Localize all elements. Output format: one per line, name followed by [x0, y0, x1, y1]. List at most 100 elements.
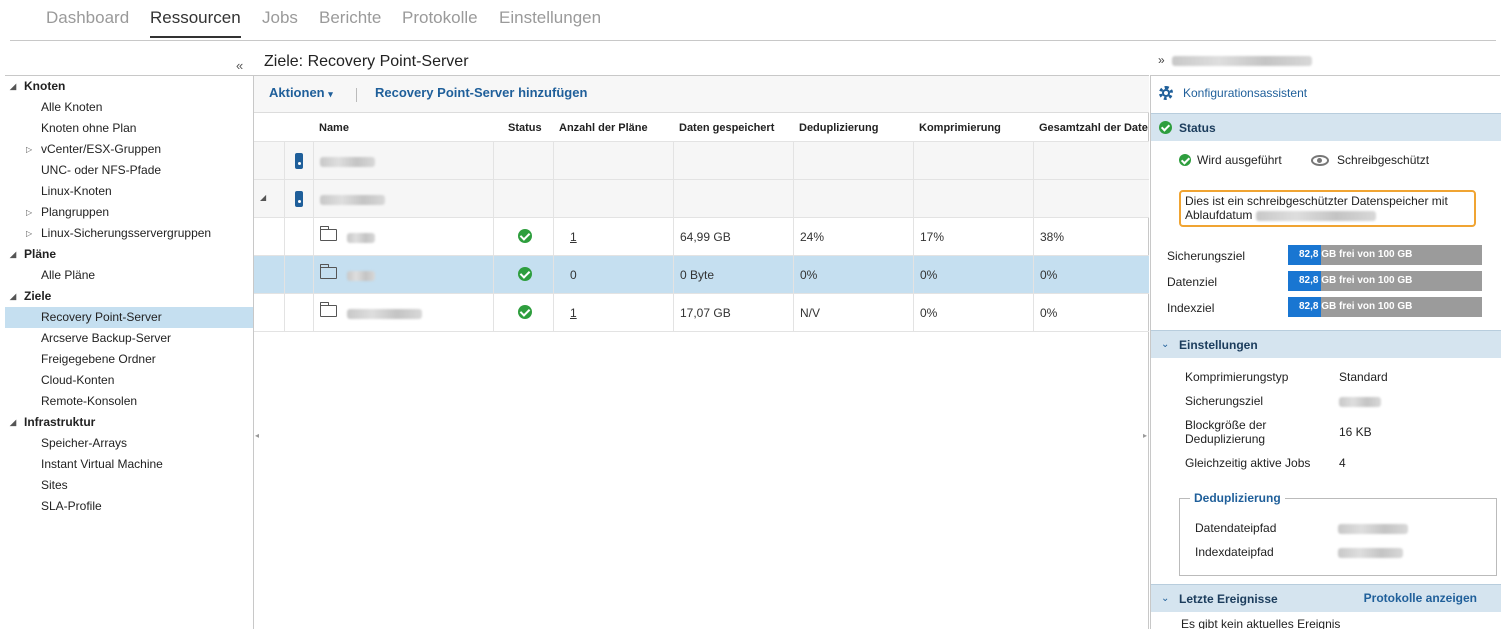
chevron-down-icon: ⌄ [1161, 339, 1170, 350]
total-value: 0% [1040, 268, 1058, 282]
tree-group-plaene[interactable]: ◢ Pläne [5, 244, 253, 265]
tree-group-ziele[interactable]: ◢ Ziele [5, 286, 253, 307]
add-rps-button[interactable]: Recovery Point-Server hinzufügen [375, 85, 587, 100]
tree-item-alle-plaene[interactable]: Alle Pläne [5, 265, 253, 286]
tree-item-freigegebene-ordner[interactable]: Freigegebene Ordner [5, 349, 253, 370]
row-name-redacted[interactable] [347, 306, 422, 320]
tree-item-instant-virtual-machine[interactable]: Instant Virtual Machine [5, 454, 253, 475]
compression-value: 17% [920, 230, 945, 244]
tree-item-arcserve-backup-server[interactable]: Arcserve Backup-Server [5, 328, 253, 349]
row-name-redacted[interactable] [347, 268, 375, 282]
tab-ressourcen[interactable]: Ressourcen [150, 8, 241, 38]
table-row[interactable]: 1 64,99 GB 24% 17% 38% [254, 218, 1149, 256]
stored-value: 17,07 GB [680, 306, 731, 320]
tree-item-linux-sicherungsservergruppen[interactable]: ▷ Linux-Sicherungsservergruppen [5, 223, 253, 244]
datastore-folder-icon [319, 264, 337, 279]
server-icon [295, 153, 303, 169]
setting-value-redacted [1339, 394, 1381, 408]
setting-label: Sicherungsziel [1185, 394, 1264, 408]
check-circle-icon [1179, 154, 1191, 166]
grid-toolbar: Aktionen ▾ Recovery Point-Server hinzufü… [254, 76, 1149, 113]
stored-value: 64,99 GB [680, 230, 731, 244]
right-splitter-handle[interactable]: ▸ [1143, 431, 1147, 440]
column-divider [793, 142, 794, 332]
tab-berichte[interactable]: Berichte [319, 8, 381, 36]
compression-value: 0% [920, 306, 938, 320]
configuration-wizard-link[interactable]: Konfigurationsassistent [1159, 86, 1307, 100]
plan-count: 0 [570, 268, 577, 282]
column-divider [284, 142, 285, 332]
eye-icon [1311, 155, 1329, 166]
dedup-value: 0% [800, 268, 818, 282]
tree-item-knoten-ohne-plan[interactable]: Knoten ohne Plan [5, 118, 253, 139]
column-header-compression[interactable]: Komprimierung [919, 122, 1001, 134]
expand-arrow-icon[interactable]: ▷ [26, 139, 32, 160]
tree-item-sites[interactable]: Sites [5, 475, 253, 496]
expand-arrow-icon[interactable]: ▷ [26, 223, 32, 244]
tab-protokolle[interactable]: Protokolle [402, 8, 478, 36]
column-header-status[interactable]: Status [508, 122, 542, 134]
plan-count-link[interactable]: 1 [570, 306, 577, 320]
column-header-stored[interactable]: Daten gespeichert [679, 122, 774, 134]
tree-item-unc-nfs-pfade[interactable]: UNC- oder NFS-Pfade [5, 160, 253, 181]
bar-label: Datenziel [1167, 275, 1218, 289]
table-row[interactable]: 0 0 Byte 0% 0% 0% [254, 256, 1149, 294]
tree-item-speicher-arrays[interactable]: Speicher-Arrays [5, 433, 253, 454]
tab-jobs[interactable]: Jobs [262, 8, 298, 36]
status-ok-icon [518, 229, 532, 243]
table-row[interactable]: ◢ [254, 180, 1149, 218]
tree-item-remote-konsolen[interactable]: Remote-Konsolen [5, 391, 253, 412]
tree-group-knoten[interactable]: ◢ Knoten [5, 76, 253, 97]
datastore-folder-icon [319, 302, 337, 317]
tree-item-cloud-konten[interactable]: Cloud-Konten [5, 370, 253, 391]
expand-arrow-icon[interactable]: ▷ [26, 202, 32, 223]
table-row[interactable]: 1 17,07 GB N/V 0% 0% [254, 294, 1149, 332]
show-logs-link[interactable]: Protokolle anzeigen [1364, 591, 1477, 605]
grid-header: Name Status Anzahl der Pläne Daten gespe… [254, 116, 1149, 142]
row-name-redacted[interactable] [347, 230, 375, 244]
tree-item-vcenter-esx-gruppen[interactable]: ▷ vCenter/ESX-Gruppen [5, 139, 253, 160]
status-section-header[interactable]: Status [1151, 113, 1501, 141]
status-ok-icon [1159, 121, 1172, 134]
status-ok-icon [518, 267, 532, 281]
tab-einstellungen[interactable]: Einstellungen [499, 8, 601, 36]
usage-bar-text: 82,8 GB frei von 100 GB [1299, 249, 1413, 260]
left-splitter-handle[interactable]: ◂ [255, 431, 259, 440]
selected-item-name-redacted [1172, 55, 1313, 66]
no-events-text: Es gibt kein aktuelles Ereignis [1181, 617, 1341, 629]
tree-item-linux-knoten[interactable]: Linux-Knoten [5, 181, 253, 202]
tab-dashboard[interactable]: Dashboard [46, 8, 129, 36]
column-header-total[interactable]: Gesamtzahl der Date [1039, 122, 1148, 134]
settings-section-header[interactable]: ⌄ Einstellungen [1151, 330, 1501, 358]
column-header-name[interactable]: Name [319, 122, 349, 134]
chevron-down-icon: ▾ [328, 89, 333, 99]
readonly-notice: Dies ist ein schreibgeschützter Datenspe… [1179, 190, 1476, 227]
column-divider [313, 142, 314, 332]
usage-bar-text: 82,8 GB frei von 100 GB [1299, 275, 1413, 286]
table-row[interactable] [254, 142, 1149, 180]
plan-count-link[interactable]: 1 [570, 230, 577, 244]
index-target-usage-bar: 82,8 GB frei von 100 GB [1288, 297, 1482, 317]
chevron-down-icon: ⌄ [1161, 593, 1170, 604]
bar-label: Indexziel [1167, 301, 1215, 315]
collapse-arrow-icon[interactable]: ◢ [260, 193, 266, 202]
tree-group-infrastruktur[interactable]: ◢ Infrastruktur [5, 412, 253, 433]
tree-item-recovery-point-server[interactable]: Recovery Point-Server [5, 307, 253, 328]
collapse-left-panel-icon[interactable]: « [236, 58, 243, 73]
toolbar-separator [356, 88, 357, 102]
tree-item-plangruppen[interactable]: ▷ Plangruppen [5, 202, 253, 223]
details-panel-header: » [1158, 53, 1313, 67]
setting-label: Datendateipfad [1195, 521, 1277, 535]
events-section-header[interactable]: ⌄ Letzte Ereignisse Protokolle anzeigen [1151, 584, 1501, 612]
readonly-status: Schreibgeschützt [1311, 153, 1429, 167]
expiry-date-redacted [1255, 210, 1376, 221]
column-header-dedup[interactable]: Deduplizierung [799, 122, 878, 134]
dedup-fieldset: Deduplizierung Datendateipfad Indexdatei… [1179, 491, 1497, 576]
column-header-plans[interactable]: Anzahl der Pläne [559, 122, 648, 134]
total-value: 38% [1040, 230, 1065, 244]
setting-value: 4 [1339, 456, 1346, 470]
tree-item-alle-knoten[interactable]: Alle Knoten [5, 97, 253, 118]
expand-right-panel-icon[interactable]: » [1158, 53, 1165, 67]
tree-item-sla-profile[interactable]: SLA-Profile [5, 496, 253, 517]
actions-menu-button[interactable]: Aktionen ▾ [269, 85, 333, 100]
